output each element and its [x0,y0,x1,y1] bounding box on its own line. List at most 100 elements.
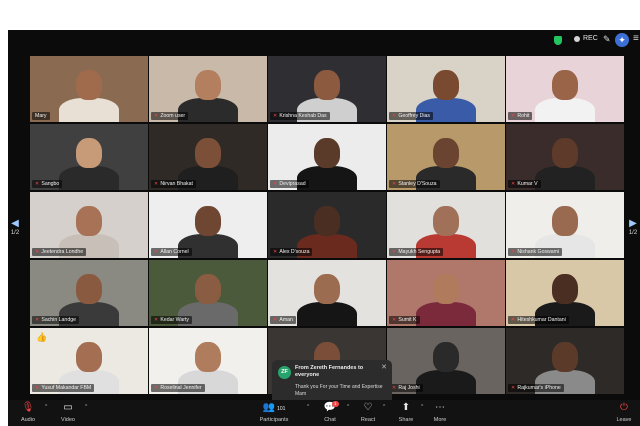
participant-face [433,274,459,304]
leave-button[interactable]: ⏻ Leave [612,402,636,423]
security-shield-icon[interactable] [554,36,562,45]
participant-tile[interactable]: ✕ Rohit [506,56,624,122]
participant-tile[interactable]: ✕ Geoffrey Dias [387,56,505,122]
ai-companion-icon[interactable]: ✦ [615,33,629,47]
muted-mic-icon: ✕ [154,249,159,255]
participant-name-label: Mary [32,112,50,120]
participant-face [76,138,102,168]
close-icon[interactable]: ✕ [381,363,387,371]
recording-dot-icon [574,35,580,42]
muted-mic-icon: ✕ [35,385,40,391]
participant-tile[interactable]: ✕ Rajkumar's iPhone [506,328,624,394]
participant-tile[interactable]: ✕ Mayukh Sengupta [387,192,505,258]
participant-face [314,138,340,168]
muted-mic-icon: ✕ [392,317,397,323]
muted-mic-icon: ✕ [392,181,397,187]
leave-label: Leave [616,417,632,423]
participant-tile[interactable]: ✕ Jeetendra Londhe [30,192,148,258]
participant-tile[interactable]: ✕ Roselinal Jennifer [149,328,267,394]
participant-tile[interactable]: ✕ Kumar V [506,124,624,190]
participant-name: Hiteshkumar Dantani [517,317,566,323]
view-menu-icon[interactable]: ≡ [633,33,639,44]
participants-button[interactable]: 👥 101 Participants [254,402,294,423]
participant-face [195,206,221,236]
participant-tile[interactable]: ✕ Aman [268,260,386,326]
participant-name-label: ✕ Geoffrey Dias [389,112,433,120]
muted-mic-icon: ✕ [392,249,397,255]
participant-tile[interactable]: ✕ Krishna Keshab Das [268,56,386,122]
participant-tile[interactable]: ✕ Nirvan Bhakat [149,124,267,190]
participant-face [552,206,578,236]
participant-name-label: ✕ Alex D'souza [270,248,313,256]
muted-microphone-icon: 🎙 [21,402,35,413]
participant-tile[interactable]: Mary [30,56,148,122]
participant-name-label: ✕ Yusuf Makandar FBM [32,384,95,392]
participant-name-label: ✕ Nishank Goswami [508,248,563,256]
participant-body [535,98,595,122]
chevron-up-icon: ^ [347,404,350,410]
participants-label: Participants [259,417,289,423]
participant-name: Zoom user [160,113,186,119]
more-ellipsis-icon: ⋯ [435,402,445,413]
participant-tile[interactable]: ✕ Sangbo [30,124,148,190]
participant-tile[interactable]: ✕ Kedar Warty [149,260,267,326]
audio-button[interactable]: 🎙 Audio [18,402,38,423]
participant-name: Kumar V [517,181,538,187]
participant-tile[interactable]: ✕ Hiteshkumar Dantani [506,260,624,326]
more-button[interactable]: ⋯ More [428,402,452,423]
react-button[interactable]: ♡ React [356,402,380,423]
participants-icon: 👥 101 [262,402,286,413]
muted-mic-icon: ✕ [35,317,40,323]
chat-sender-line: From Zereth Fernandes to everyone [295,365,364,378]
muted-mic-icon: ✕ [154,181,159,187]
participant-name: Sachin Landge [41,317,76,323]
chevron-up-icon: ^ [383,404,386,410]
participant-name: Yusuf Makandar FBM [41,385,92,391]
participant-name-label: ✕ Sumit K [389,316,420,324]
chat-button[interactable]: 💬 1 Chat [318,401,342,423]
participant-name: Krishna Keshab Das [279,113,327,119]
top-bar: REC ✎ ✦ ≡ [8,30,640,52]
muted-mic-icon: ✕ [273,249,278,255]
participant-tile[interactable]: ✕ Deviprasad [268,124,386,190]
participant-face [76,206,102,236]
participant-face [433,342,459,372]
participant-tile[interactable]: 👍 ✕ Yusuf Makandar FBM [30,328,148,394]
participant-name: Sumit K [398,317,417,323]
chevron-up-icon: ^ [307,404,310,410]
participant-name-label: ✕ Deviprasad [270,180,309,188]
participant-tile[interactable]: ✕ Stanley D'Souza [387,124,505,190]
participant-tile[interactable]: ✕ Allan Cornel [149,192,267,258]
participant-name-label: ✕ Mayukh Sengupta [389,248,444,256]
participant-name-label: ✕ Roselinal Jennifer [151,384,205,392]
participant-tile[interactable]: ✕ Sachin Landge [30,260,148,326]
participant-face [433,206,459,236]
share-screen-icon: ⬆ [401,402,411,413]
participant-tile[interactable]: ✕ Zoom user [149,56,267,122]
next-page-button[interactable]: ▶ 1/2 [626,218,640,236]
participant-body [416,370,476,394]
previous-page-button[interactable]: ◀ 1/2 [8,218,22,236]
muted-mic-icon: ✕ [35,249,40,255]
chevron-up-icon: ^ [421,404,424,410]
participant-tile[interactable]: ✕ Alex D'souza [268,192,386,258]
share-button[interactable]: ⬆ Share [394,402,418,423]
participant-tile[interactable]: ✕ Raj Joshi [387,328,505,394]
participant-name-label: ✕ Jeetendra Londhe [32,248,87,256]
chevron-right-icon: ▶ [629,218,637,229]
participant-tile[interactable]: ✕ Sumit K [387,260,505,326]
participant-name: Rajkumar's iPhone [517,385,561,391]
recording-indicator[interactable]: REC [574,35,598,42]
muted-mic-icon: ✕ [392,385,397,391]
participant-name-label: ✕ Sachin Landge [32,316,79,324]
pencil-icon[interactable]: ✎ [603,34,611,45]
video-button[interactable]: ▭ Video [56,402,80,423]
participant-name: Rohit [517,113,530,119]
participant-face [195,138,221,168]
participant-face [195,274,221,304]
participant-name-label: ✕ Stanley D'Souza [389,180,440,188]
participant-tile[interactable]: ✕ Nishank Goswami [506,192,624,258]
meeting-toolbar: 🎙 Audio ^ ▭ Video ^ 👥 101 Participants ^ … [8,400,640,426]
participant-name-label: ✕ Sangbo [32,180,63,188]
participant-face [433,138,459,168]
